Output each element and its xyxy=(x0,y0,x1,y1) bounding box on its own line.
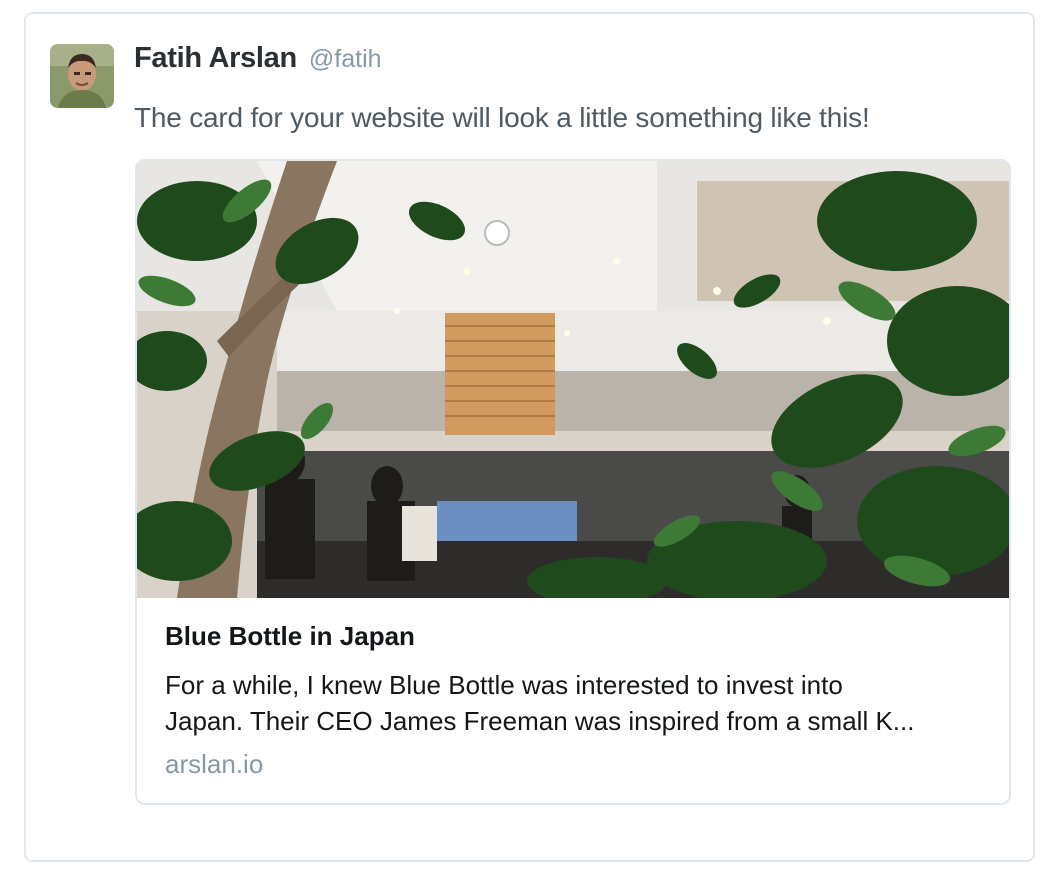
user-avatar-photo-icon xyxy=(50,44,114,108)
card-description: For a while, I knew Blue Bottle was inte… xyxy=(165,667,985,739)
avatar[interactable] xyxy=(50,44,114,108)
cafe-interior-photo-icon xyxy=(137,161,1009,598)
author-username[interactable]: @fatih xyxy=(309,45,382,74)
card-description-line: For a while, I knew Blue Bottle was inte… xyxy=(165,670,843,700)
card-title[interactable]: Blue Bottle in Japan xyxy=(165,621,415,652)
card-domain[interactable]: arslan.io xyxy=(165,749,263,780)
author-fullname[interactable]: Fatih Arslan xyxy=(134,42,297,75)
tweet-card[interactable]: Fatih Arslan @fatih The card for your we… xyxy=(24,12,1035,862)
card-description-line: Japan. Their CEO James Freeman was inspi… xyxy=(165,706,915,736)
link-preview-card[interactable]: Blue Bottle in Japan For a while, I knew… xyxy=(135,159,1011,805)
tweet-header: Fatih Arslan @fatih xyxy=(134,42,382,75)
card-image[interactable] xyxy=(137,161,1009,598)
tweet-text: The card for your website will look a li… xyxy=(134,102,870,133)
